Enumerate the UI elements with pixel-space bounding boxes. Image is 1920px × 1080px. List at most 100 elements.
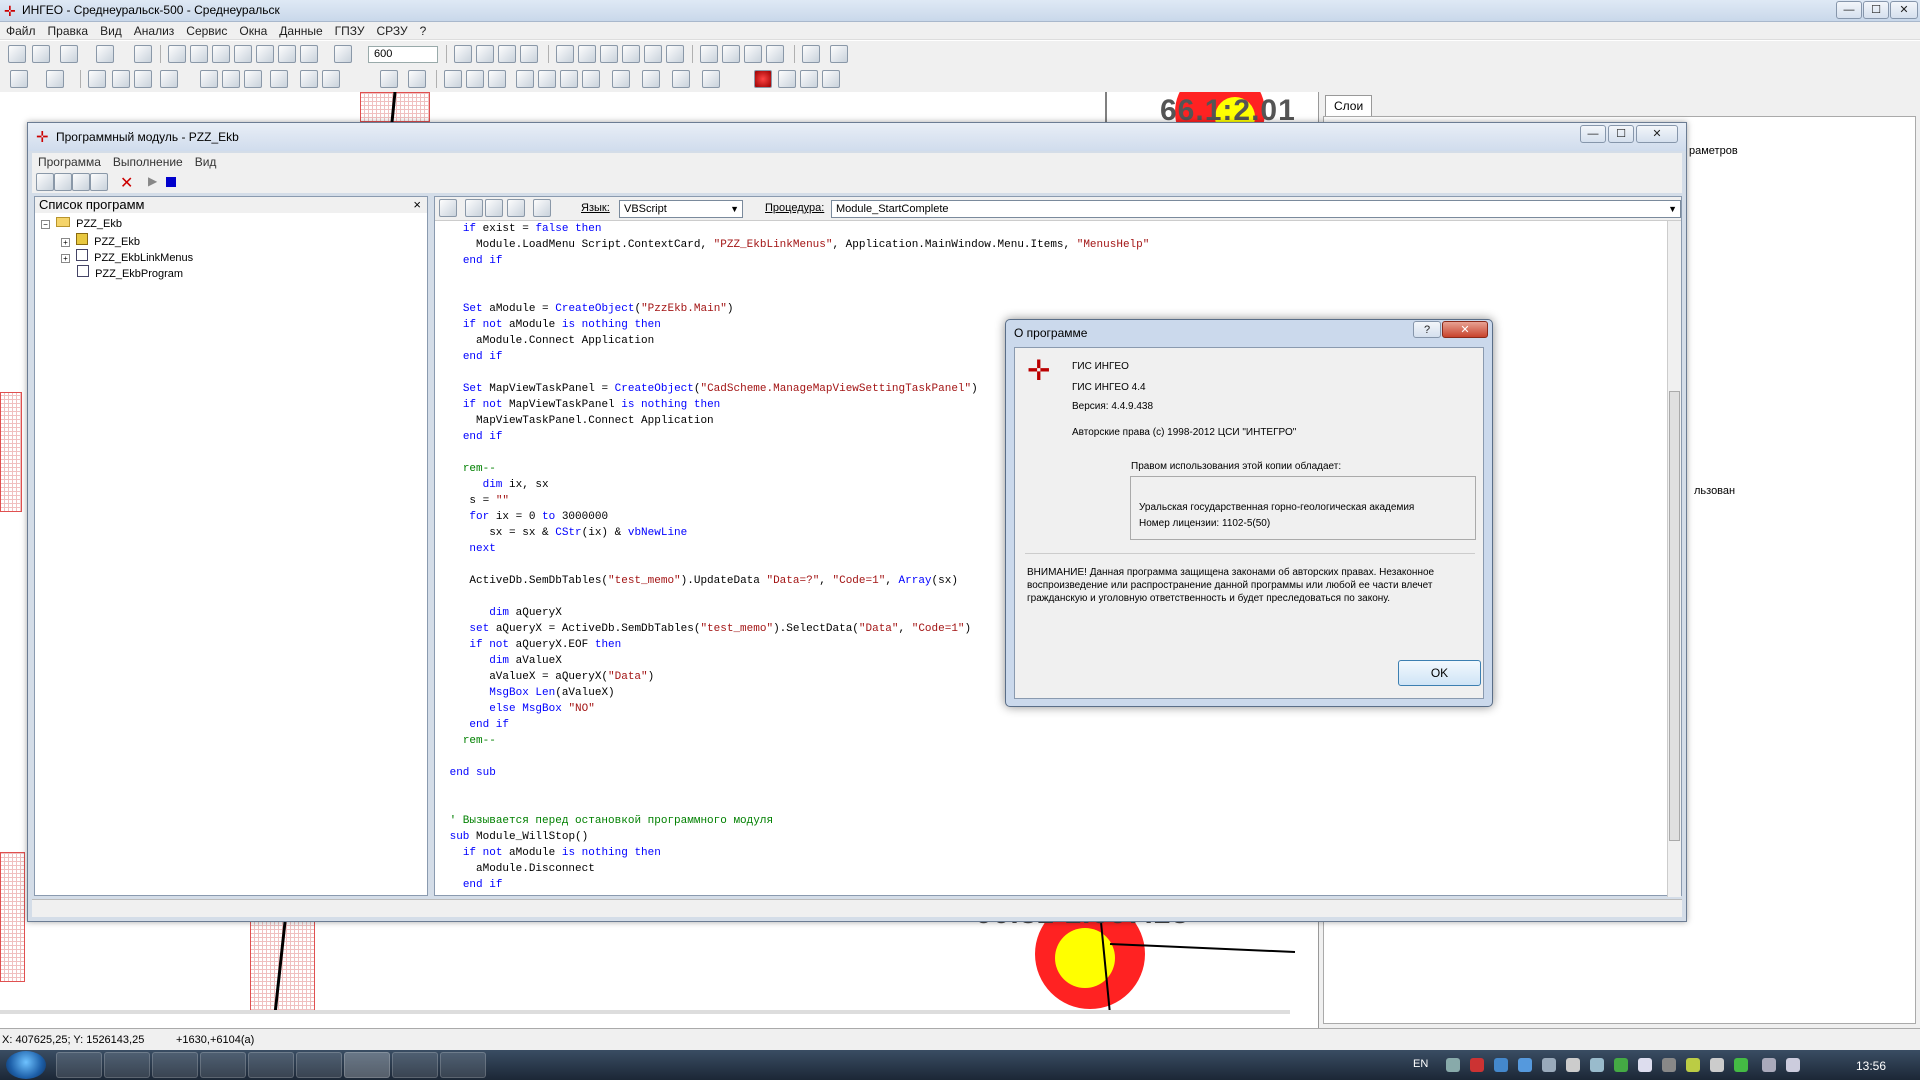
tray-icon-10[interactable] xyxy=(1662,1058,1676,1072)
taskbar-explorer-icon[interactable] xyxy=(104,1052,150,1078)
taskbar-app-icon[interactable] xyxy=(296,1052,342,1078)
zoom-in-icon[interactable] xyxy=(234,45,252,63)
tool9-icon[interactable] xyxy=(642,70,660,88)
menu-windows[interactable]: Окна xyxy=(233,22,273,38)
start-button[interactable] xyxy=(6,1051,46,1079)
tool13-icon[interactable] xyxy=(800,70,818,88)
code-vscrollbar[interactable] xyxy=(1667,221,1681,897)
search-icon[interactable] xyxy=(96,45,114,63)
tool2-icon[interactable] xyxy=(466,70,484,88)
tray-icon-7[interactable] xyxy=(1590,1058,1604,1072)
program-list-close-button[interactable]: × xyxy=(413,197,421,213)
tray-icon-5[interactable] xyxy=(1542,1058,1556,1072)
select-rect-icon[interactable] xyxy=(600,45,618,63)
stop-run-icon[interactable] xyxy=(166,177,176,187)
volume-icon[interactable] xyxy=(1786,1058,1800,1072)
tray-icon-11[interactable] xyxy=(1686,1058,1700,1072)
code-vscroll-thumb[interactable] xyxy=(1669,391,1680,841)
menu-gpzu[interactable]: ГПЗУ xyxy=(329,22,371,38)
select-add-icon[interactable] xyxy=(578,45,596,63)
grid-icon[interactable] xyxy=(700,45,718,63)
taskbar-chrome-icon[interactable] xyxy=(200,1052,246,1078)
taskbar-ingeo-icon[interactable] xyxy=(344,1052,390,1078)
cut-icon[interactable] xyxy=(498,45,516,63)
tree-node-child-2[interactable]: + PZZ_EkbLinkMenus xyxy=(61,249,193,264)
collapse-icon[interactable]: − xyxy=(41,220,50,229)
grid3-icon[interactable] xyxy=(744,45,762,63)
help-arrow-icon[interactable] xyxy=(408,70,426,88)
taskbar-app2-icon[interactable] xyxy=(392,1052,438,1078)
rotate-icon[interactable] xyxy=(112,70,130,88)
mirror-icon[interactable] xyxy=(160,70,178,88)
taskbar-skype-icon[interactable] xyxy=(248,1052,294,1078)
tool5-icon[interactable] xyxy=(538,70,556,88)
language-select[interactable]: VBScript ▼ xyxy=(619,200,743,218)
node-icon[interactable] xyxy=(200,70,218,88)
open-icon[interactable] xyxy=(8,45,26,63)
edit-object-icon[interactable] xyxy=(46,70,64,88)
menu-srzu[interactable]: СРЗУ xyxy=(371,22,414,38)
module-close-button[interactable]: ✕ xyxy=(1636,125,1678,143)
module-minimize-button[interactable]: — xyxy=(1580,125,1606,143)
close-button[interactable]: ✕ xyxy=(1890,1,1918,19)
procedure-select[interactable]: Module_StartComplete ▼ xyxy=(831,200,1681,218)
zoom-prev-icon[interactable] xyxy=(300,45,318,63)
save-icon[interactable] xyxy=(32,45,50,63)
scale-object-icon[interactable] xyxy=(134,70,152,88)
select-icon[interactable] xyxy=(556,45,574,63)
taskbar-media-icon[interactable] xyxy=(152,1052,198,1078)
split-icon[interactable] xyxy=(222,70,240,88)
map-icon[interactable] xyxy=(322,70,340,88)
menu-help[interactable]: ? xyxy=(414,22,433,38)
scale-input[interactable]: 600 xyxy=(368,46,438,63)
edit-program-icon[interactable] xyxy=(72,173,90,191)
module-maximize-button[interactable]: ☐ xyxy=(1608,125,1634,143)
delete-icon[interactable]: ✕ xyxy=(120,173,133,193)
about-close-button[interactable]: ✕ xyxy=(1442,321,1488,338)
module-menu-view[interactable]: Вид xyxy=(189,153,223,171)
module-menu-run[interactable]: Выполнение xyxy=(107,153,189,171)
select-line-icon[interactable] xyxy=(666,45,684,63)
merge-icon[interactable] xyxy=(244,70,262,88)
tree-node-child-1[interactable]: + PZZ_Ekb xyxy=(61,233,140,248)
editor-tool3-icon[interactable] xyxy=(507,199,525,217)
tool4-icon[interactable] xyxy=(516,70,534,88)
zoom-out-icon[interactable] xyxy=(256,45,274,63)
tray-icon-3[interactable] xyxy=(1494,1058,1508,1072)
tool8-icon[interactable] xyxy=(612,70,630,88)
minimize-button[interactable]: — xyxy=(1836,1,1862,19)
network-icon[interactable] xyxy=(1762,1058,1776,1072)
grid2-icon[interactable] xyxy=(722,45,740,63)
tool10-icon[interactable] xyxy=(672,70,690,88)
tool3-icon[interactable] xyxy=(488,70,506,88)
stop-icon[interactable] xyxy=(754,70,772,88)
clock[interactable]: 13:56 xyxy=(1856,1059,1886,1073)
tray-icon-6[interactable] xyxy=(1566,1058,1580,1072)
print-icon[interactable] xyxy=(60,45,78,63)
tray-icon-13[interactable] xyxy=(1734,1058,1748,1072)
compile-icon[interactable] xyxy=(439,199,457,217)
tray-icon-4[interactable] xyxy=(1518,1058,1532,1072)
module-menu-program[interactable]: Программа xyxy=(32,153,107,171)
tray-icon-9[interactable] xyxy=(1638,1058,1652,1072)
open-program-icon[interactable] xyxy=(54,173,72,191)
zoom-window-icon[interactable] xyxy=(212,45,230,63)
editor-tool2-icon[interactable] xyxy=(485,199,503,217)
table-icon[interactable] xyxy=(270,70,288,88)
paste-icon[interactable] xyxy=(476,45,494,63)
expand-icon[interactable]: + xyxy=(61,238,70,247)
undo-icon[interactable] xyxy=(380,70,398,88)
taskbar-app3-icon[interactable] xyxy=(440,1052,486,1078)
taskbar-ie-icon[interactable] xyxy=(56,1052,102,1078)
pan-icon[interactable] xyxy=(190,45,208,63)
editor-tool1-icon[interactable] xyxy=(465,199,483,217)
zoom-all-icon[interactable] xyxy=(278,45,296,63)
tool6-icon[interactable] xyxy=(560,70,578,88)
expand-icon[interactable]: + xyxy=(61,254,70,263)
tree-node-child-3[interactable]: PZZ_EkbProgram xyxy=(74,265,183,280)
add-program-icon[interactable] xyxy=(36,173,54,191)
move-icon[interactable] xyxy=(88,70,106,88)
tree-node-root[interactable]: − PZZ_Ekb xyxy=(41,217,122,230)
run-icon[interactable]: ▶ xyxy=(148,174,157,188)
copy-icon[interactable] xyxy=(454,45,472,63)
